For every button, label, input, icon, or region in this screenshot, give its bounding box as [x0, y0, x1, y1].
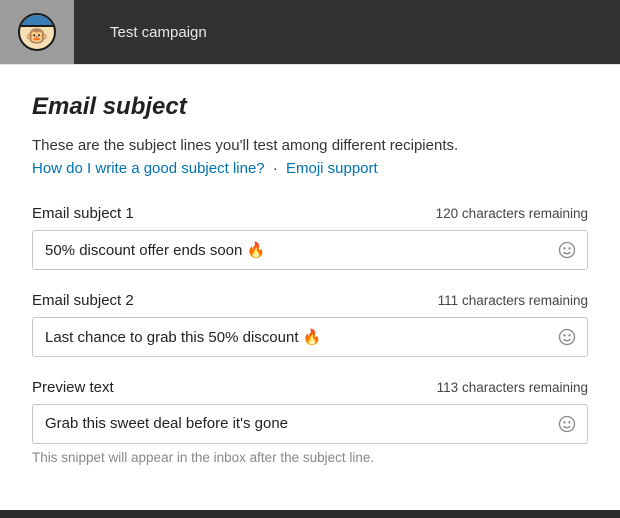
preview-remaining: 113 characters remaining [437, 380, 588, 395]
emoji-picker-button[interactable] [547, 318, 587, 356]
campaign-name: Test campaign [110, 24, 207, 41]
subject1-group: Email subject 1 120 characters remaining [32, 205, 588, 270]
preview-input-wrapper [32, 404, 588, 444]
subject2-input-wrapper [32, 317, 588, 357]
preview-hint: This snippet will appear in the inbox af… [32, 450, 588, 465]
subject1-label: Email subject 1 [32, 205, 134, 222]
smiley-icon [557, 327, 577, 347]
subject2-input[interactable] [33, 318, 547, 356]
help-links: How do I write a good subject line? · Em… [32, 160, 588, 177]
section-description: These are the subject lines you'll test … [32, 135, 588, 158]
link-separator: · [273, 160, 278, 177]
top-bar: 🐵 Test campaign [0, 0, 620, 64]
subject2-group: Email subject 2 111 characters remaining [32, 292, 588, 357]
emoji-support-link[interactable]: Emoji support [286, 160, 378, 177]
content-area: Email subject These are the subject line… [0, 64, 620, 465]
subject1-remaining: 120 characters remaining [436, 206, 588, 221]
subject-tips-link[interactable]: How do I write a good subject line? [32, 160, 265, 177]
section-title: Email subject [32, 93, 588, 121]
preview-label: Preview text [32, 379, 114, 396]
subject1-input-wrapper [32, 230, 588, 270]
footer-bar [0, 510, 620, 518]
preview-group: Preview text 113 characters remaining Th… [32, 379, 588, 465]
mailchimp-logo-icon: 🐵 [18, 13, 56, 51]
preview-input[interactable] [33, 405, 547, 443]
smiley-icon [557, 240, 577, 260]
emoji-picker-button[interactable] [547, 405, 587, 443]
subject2-remaining: 111 characters remaining [438, 293, 588, 308]
subject2-label: Email subject 2 [32, 292, 134, 309]
subject1-input[interactable] [33, 231, 547, 269]
smiley-icon [557, 414, 577, 434]
logo-box[interactable]: 🐵 [0, 0, 74, 64]
emoji-picker-button[interactable] [547, 231, 587, 269]
